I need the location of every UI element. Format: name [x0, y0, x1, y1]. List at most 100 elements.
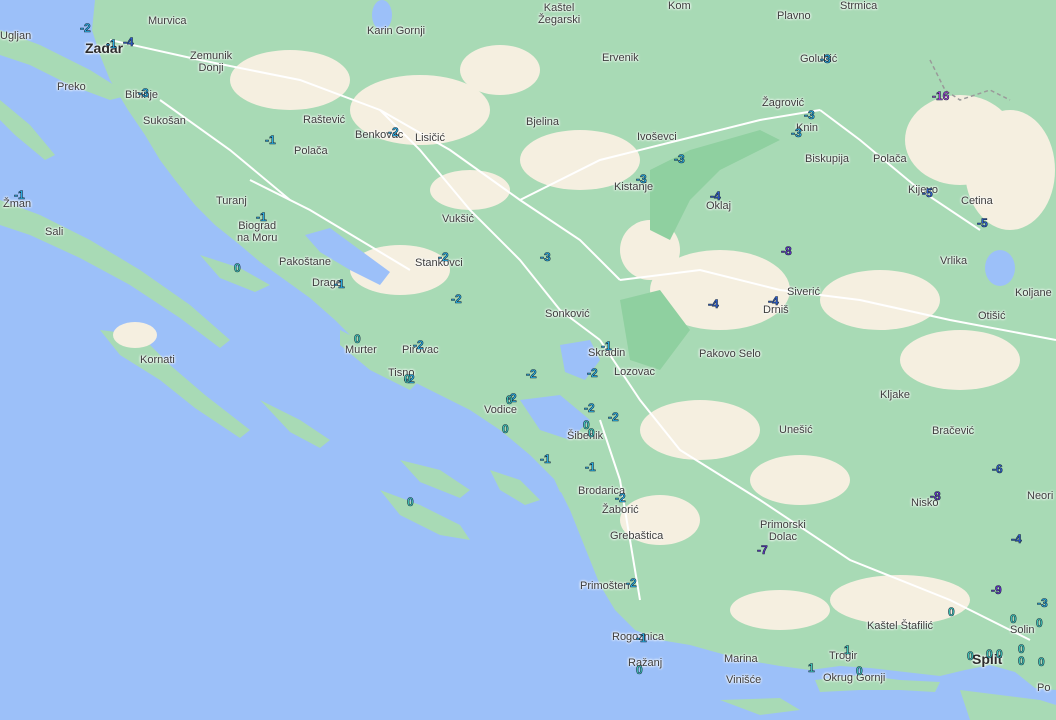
- temperature-marker[interactable]: -5: [977, 217, 988, 230]
- place-label-cetina[interactable]: Cetina: [961, 195, 993, 207]
- temperature-marker[interactable]: -2: [626, 577, 637, 590]
- temperature-marker[interactable]: 0: [1036, 617, 1043, 630]
- temperature-marker[interactable]: -2: [587, 367, 598, 380]
- place-label-siveric[interactable]: Siverić: [787, 286, 820, 298]
- temperature-marker[interactable]: 0: [636, 664, 643, 677]
- place-label-pakovo[interactable]: Pakovo Selo: [699, 348, 761, 360]
- place-label-turanj[interactable]: Turanj: [216, 195, 247, 207]
- place-label-kastel-zegarski[interactable]: Kaštel Žegarski: [538, 2, 580, 26]
- temperature-marker[interactable]: -1: [585, 461, 596, 474]
- place-label-kornati[interactable]: Kornati: [140, 354, 175, 366]
- temperature-marker[interactable]: -2: [451, 293, 462, 306]
- temperature-marker[interactable]: -2: [584, 402, 595, 415]
- temperature-marker[interactable]: 0: [856, 665, 863, 678]
- temperature-marker[interactable]: 0: [502, 423, 509, 436]
- place-label-plavno[interactable]: Plavno: [777, 10, 811, 22]
- temperature-marker[interactable]: -2: [526, 368, 537, 381]
- place-label-sali[interactable]: Sali: [45, 226, 63, 238]
- place-label-okrug[interactable]: Okrug Gornji: [823, 672, 885, 684]
- temperature-marker[interactable]: -1: [106, 38, 117, 51]
- temperature-marker[interactable]: 1: [808, 662, 815, 675]
- place-label-ivosevci[interactable]: Ivoševci: [637, 131, 677, 143]
- place-label-kljake[interactable]: Kljake: [880, 389, 910, 401]
- place-label-kom[interactable]: Kom: [668, 0, 691, 12]
- place-label-kljane[interactable]: Koljane: [1015, 287, 1052, 299]
- place-label-razanj[interactable]: Ražanj: [628, 657, 662, 669]
- place-label-zaboric[interactable]: Žaborić: [602, 504, 639, 516]
- temperature-marker[interactable]: -3: [820, 53, 831, 66]
- place-label-marina[interactable]: Marina: [724, 653, 758, 665]
- place-label-biskupija[interactable]: Biskupija: [805, 153, 849, 165]
- temperature-marker[interactable]: -1: [636, 632, 647, 645]
- place-label-polaca2[interactable]: Polača: [873, 153, 907, 165]
- place-label-strmica[interactable]: Strmica: [840, 0, 877, 12]
- temperature-marker[interactable]: -2: [608, 411, 619, 424]
- place-label-ervenik[interactable]: Ervenik: [602, 52, 639, 64]
- place-label-sukosan[interactable]: Sukošan: [143, 115, 186, 127]
- temperature-marker[interactable]: -2: [615, 492, 626, 505]
- place-label-pakostane[interactable]: Pakoštane: [279, 256, 331, 268]
- place-label-bracevic[interactable]: Bračević: [932, 425, 974, 437]
- temperature-marker[interactable]: -3: [636, 173, 647, 186]
- place-label-murvica[interactable]: Murvica: [148, 15, 187, 27]
- temperature-marker[interactable]: -3: [540, 251, 551, 264]
- temperature-marker[interactable]: -2: [388, 126, 399, 139]
- place-label-preko[interactable]: Preko: [57, 81, 86, 93]
- place-label-polaca1[interactable]: Polača: [294, 145, 328, 157]
- place-label-vrlika[interactable]: Vrlika: [940, 255, 967, 267]
- temperature-marker[interactable]: 0: [407, 496, 414, 509]
- temperature-marker[interactable]: 0: [234, 262, 241, 275]
- temperature-marker[interactable]: 0: [1038, 656, 1045, 669]
- place-label-otisic[interactable]: Otišić: [978, 310, 1006, 322]
- place-label-bjelina[interactable]: Bjelina: [526, 116, 559, 128]
- place-label-unesic[interactable]: Unešić: [779, 424, 813, 436]
- place-label-lisicic[interactable]: Lisičić: [415, 132, 445, 144]
- place-label-kistanje[interactable]: Kistanje: [614, 181, 653, 193]
- temperature-marker[interactable]: -2: [80, 22, 91, 35]
- temperature-marker[interactable]: -4: [710, 190, 721, 203]
- temperature-marker[interactable]: 0: [588, 427, 595, 440]
- temperature-marker[interactable]: -1: [540, 453, 551, 466]
- temperature-marker[interactable]: 0: [967, 650, 974, 663]
- temperature-marker[interactable]: -8: [930, 490, 941, 503]
- temperature-marker[interactable]: 1: [844, 644, 851, 657]
- temperature-marker[interactable]: -5: [922, 187, 933, 200]
- temperature-marker[interactable]: -16: [932, 90, 950, 103]
- temperature-marker[interactable]: -3: [674, 153, 685, 166]
- temperature-marker[interactable]: 0: [506, 394, 513, 407]
- place-label-karin[interactable]: Karin Gornji: [367, 25, 425, 37]
- temperature-marker[interactable]: 0: [1010, 613, 1017, 626]
- place-label-primorski[interactable]: Primorski Dolac: [760, 519, 806, 543]
- place-label-grebastica[interactable]: Grebaštica: [610, 530, 663, 542]
- temperature-marker[interactable]: -3: [804, 109, 815, 122]
- place-label-golubic[interactable]: Golubić: [800, 53, 837, 65]
- temperature-marker[interactable]: 0: [354, 333, 361, 346]
- temperature-marker[interactable]: -3: [1037, 597, 1048, 610]
- temperature-marker[interactable]: 0: [986, 648, 993, 661]
- place-label-lozovac[interactable]: Lozovac: [614, 366, 655, 378]
- temperature-marker[interactable]: -1: [334, 278, 345, 291]
- temperature-marker[interactable]: 0: [1018, 655, 1025, 668]
- temperature-marker[interactable]: -4: [768, 295, 779, 308]
- temperature-marker[interactable]: -4: [123, 36, 134, 49]
- place-label-zadar[interactable]: Zadar: [85, 41, 123, 55]
- temperature-marker[interactable]: -2: [438, 251, 449, 264]
- temperature-marker[interactable]: 0: [404, 373, 411, 386]
- temperature-marker[interactable]: -4: [708, 298, 719, 311]
- place-label-podstrana[interactable]: Po: [1037, 682, 1050, 694]
- temperature-marker[interactable]: -7: [757, 544, 768, 557]
- place-label-vinisce[interactable]: Vinišće: [726, 674, 761, 686]
- temperature-marker[interactable]: 0: [948, 606, 955, 619]
- temperature-marker[interactable]: -8: [781, 245, 792, 258]
- place-label-neori[interactable]: Neori: [1027, 490, 1053, 502]
- temperature-marker[interactable]: -6: [992, 463, 1003, 476]
- place-label-vuksic[interactable]: Vukšić: [442, 213, 474, 225]
- place-label-ugljan[interactable]: Ugljan: [0, 30, 31, 42]
- place-label-sonkovic[interactable]: Sonković: [545, 308, 590, 320]
- place-label-primosten[interactable]: Primošten: [580, 580, 630, 592]
- place-label-zagrovic[interactable]: Žagrović: [762, 97, 804, 109]
- temperature-marker[interactable]: -1: [256, 211, 267, 224]
- temperature-marker[interactable]: -3: [138, 87, 149, 100]
- temperature-marker[interactable]: -2: [413, 339, 424, 352]
- temperature-marker[interactable]: -1: [265, 134, 276, 147]
